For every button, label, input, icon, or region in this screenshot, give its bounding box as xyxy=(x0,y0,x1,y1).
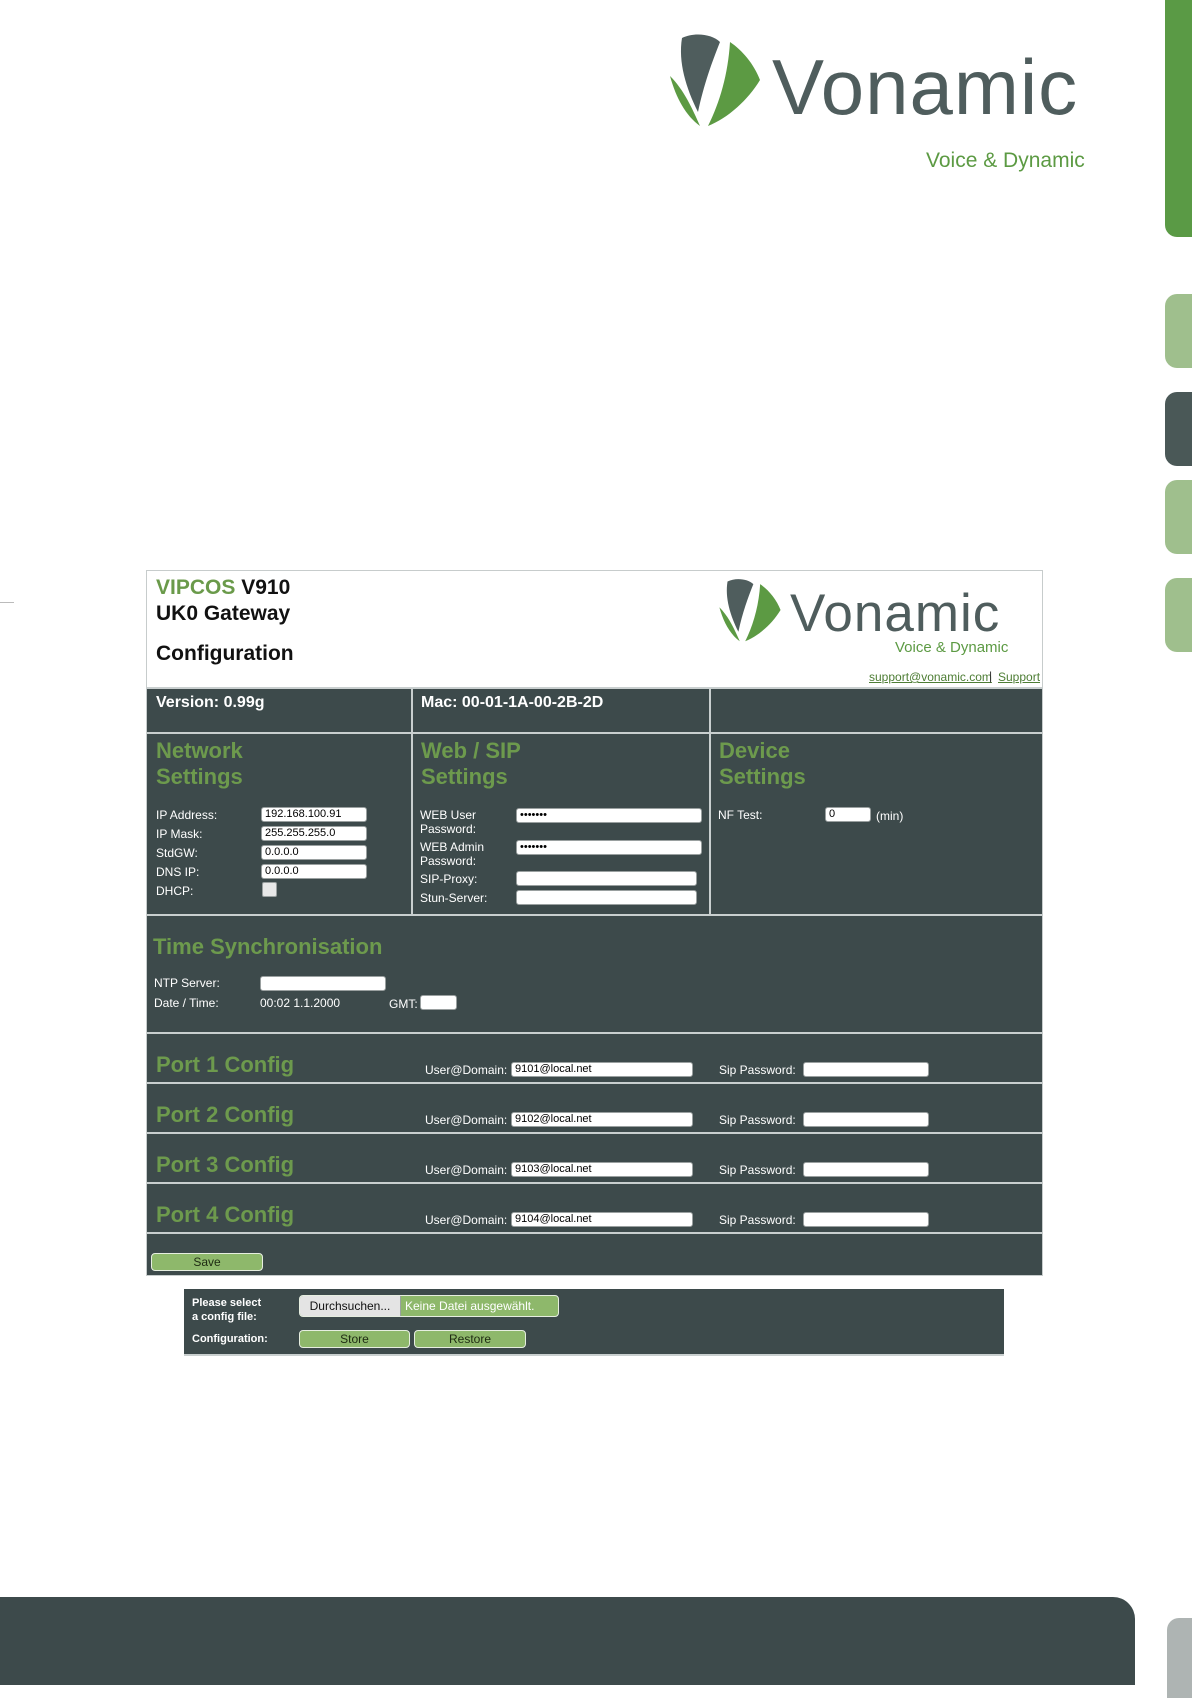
brand-name: VIPCOS xyxy=(156,576,236,599)
sip-proxy-label: SIP-Proxy: xyxy=(420,872,478,886)
side-tab-3 xyxy=(1165,392,1192,466)
port-2-sip-password-input[interactable] xyxy=(803,1112,929,1127)
port-1-user-label: User@Domain: xyxy=(425,1063,508,1077)
port-3-title: Port 3 Config xyxy=(156,1152,295,1177)
margin-mark xyxy=(0,602,14,603)
stun-server-label: Stun-Server: xyxy=(420,891,488,905)
port-2-user-label: User@Domain: xyxy=(425,1113,508,1127)
product-name: UK0 Gateway xyxy=(156,602,291,625)
port-2-title: Port 2 Config xyxy=(156,1102,295,1127)
column-divider xyxy=(709,687,711,914)
logo-wordmark: Vonamic xyxy=(772,43,1079,131)
divider xyxy=(147,1232,1042,1234)
web-user-password-label: WEB User Password: xyxy=(420,808,477,836)
divider xyxy=(147,1182,1042,1184)
dhcp-label: DHCP: xyxy=(156,884,194,898)
version-text: Version: 0.99g xyxy=(156,694,265,711)
divider xyxy=(147,1032,1042,1034)
panel-logo-wordmark: Vonamic xyxy=(790,584,1001,643)
port-3-sip-password-label: Sip Password: xyxy=(719,1163,796,1177)
select-config-label: Please select a config file: xyxy=(192,1297,262,1323)
dhcp-checkbox[interactable] xyxy=(262,882,277,897)
mac-text: Mac: 00-01-1A-00-2B-2D xyxy=(421,694,604,711)
footer-side-tab xyxy=(1167,1618,1192,1698)
device-settings-title: Device Settings xyxy=(719,738,806,789)
web-sip-settings-title: Web / SIP Settings xyxy=(421,738,521,789)
ip-address-label: IP Address: xyxy=(156,808,218,822)
browse-button[interactable]: Durchsuchen... xyxy=(300,1296,401,1316)
stdgw-label: StdGW: xyxy=(156,846,198,860)
panel-logo: Vonamic Voice & Dynamic xyxy=(718,577,1038,657)
port-1-sip-password-input[interactable] xyxy=(803,1062,929,1077)
config-panel: VIPCOS V910 UK0 Gateway Configuration Vo… xyxy=(146,570,1043,1276)
nf-test-input[interactable]: 0 xyxy=(825,807,871,822)
support-link[interactable]: Support xyxy=(998,670,1040,684)
vonamic-logo-icon xyxy=(719,579,781,642)
ntp-server-label: NTP Server: xyxy=(154,976,220,990)
configuration-label: Configuration: xyxy=(192,1333,268,1345)
port-1-user-input[interactable]: 9101@local.net xyxy=(511,1062,693,1077)
logo-tagline: Voice & Dynamic xyxy=(926,149,1085,172)
model-name: V910 xyxy=(241,576,291,599)
support-email-link[interactable]: support@vonamic.com xyxy=(869,670,992,684)
port-4-title: Port 4 Config xyxy=(156,1202,295,1227)
divider xyxy=(147,687,1042,689)
stdgw-input[interactable]: 0.0.0.0 xyxy=(261,845,367,860)
save-button[interactable]: Save xyxy=(151,1253,263,1271)
column-divider xyxy=(411,687,413,914)
no-file-label: Keine Datei ausgewählt. xyxy=(405,1299,535,1313)
panel-header: VIPCOS V910 UK0 Gateway Configuration Vo… xyxy=(147,571,1042,687)
dns-ip-input[interactable]: 0.0.0.0 xyxy=(261,864,367,879)
side-tab-2 xyxy=(1165,294,1192,368)
port-4-user-label: User@Domain: xyxy=(425,1213,508,1227)
stun-server-input[interactable] xyxy=(516,890,697,905)
nf-test-unit: (min) xyxy=(876,809,904,823)
file-chooser[interactable]: Durchsuchen... Keine Datei ausgewählt. xyxy=(299,1295,559,1317)
divider xyxy=(147,732,1042,734)
port-3-sip-password-input[interactable] xyxy=(803,1162,929,1177)
link-separator: | xyxy=(989,669,993,683)
web-admin-password-input[interactable]: ••••••• xyxy=(516,840,702,855)
dns-ip-label: DNS IP: xyxy=(156,865,200,879)
port-3-user-input[interactable]: 9103@local.net xyxy=(511,1162,693,1177)
network-settings-title: Network Settings xyxy=(156,738,243,789)
nf-test-label: NF Test: xyxy=(718,808,763,822)
ip-mask-input[interactable]: 255.255.255.0 xyxy=(261,826,367,841)
port-1-title: Port 1 Config xyxy=(156,1052,295,1077)
time-sync-title: Time Synchronisation xyxy=(153,934,383,959)
store-button[interactable]: Store xyxy=(299,1330,410,1348)
footer-bar xyxy=(0,1597,1135,1685)
port-2-sip-password-label: Sip Password: xyxy=(719,1113,796,1127)
product-brand-line: VIPCOS V910 xyxy=(156,576,290,600)
port-2-user-input[interactable]: 9102@local.net xyxy=(511,1112,693,1127)
port-4-sip-password-label: Sip Password: xyxy=(719,1213,796,1227)
restore-button[interactable]: Restore xyxy=(414,1330,526,1348)
web-admin-password-label: WEB Admin Password: xyxy=(420,840,485,868)
ip-address-input[interactable]: 192.168.100.91 xyxy=(261,807,367,822)
gmt-label: GMT: xyxy=(389,997,418,1011)
divider xyxy=(147,1132,1042,1134)
file-panel: Please select a config file: Durchsuchen… xyxy=(184,1289,1004,1356)
gmt-input[interactable] xyxy=(420,995,457,1010)
port-4-user-input[interactable]: 9104@local.net xyxy=(511,1212,693,1227)
side-tab-4 xyxy=(1165,480,1192,554)
divider xyxy=(147,914,1042,916)
side-tab-1 xyxy=(1165,0,1192,237)
panel-logo-tagline: Voice & Dynamic xyxy=(895,639,1009,656)
port-4-sip-password-input[interactable] xyxy=(803,1212,929,1227)
sip-proxy-input[interactable] xyxy=(516,871,697,886)
port-1-sip-password-label: Sip Password: xyxy=(719,1063,796,1077)
vonamic-logo-icon xyxy=(670,34,760,126)
date-time-value: 00:02 1.1.2000 xyxy=(260,996,341,1010)
page-title: Configuration xyxy=(156,642,294,665)
page-logo: Vonamic Voice & Dynamic xyxy=(668,32,1108,172)
port-3-user-label: User@Domain: xyxy=(425,1163,508,1177)
ip-mask-label: IP Mask: xyxy=(156,827,203,841)
divider xyxy=(147,1082,1042,1084)
date-time-label: Date / Time: xyxy=(154,996,219,1010)
side-tab-5 xyxy=(1165,578,1192,652)
web-user-password-input[interactable]: ••••••• xyxy=(516,808,702,823)
ntp-server-input[interactable] xyxy=(260,976,386,991)
